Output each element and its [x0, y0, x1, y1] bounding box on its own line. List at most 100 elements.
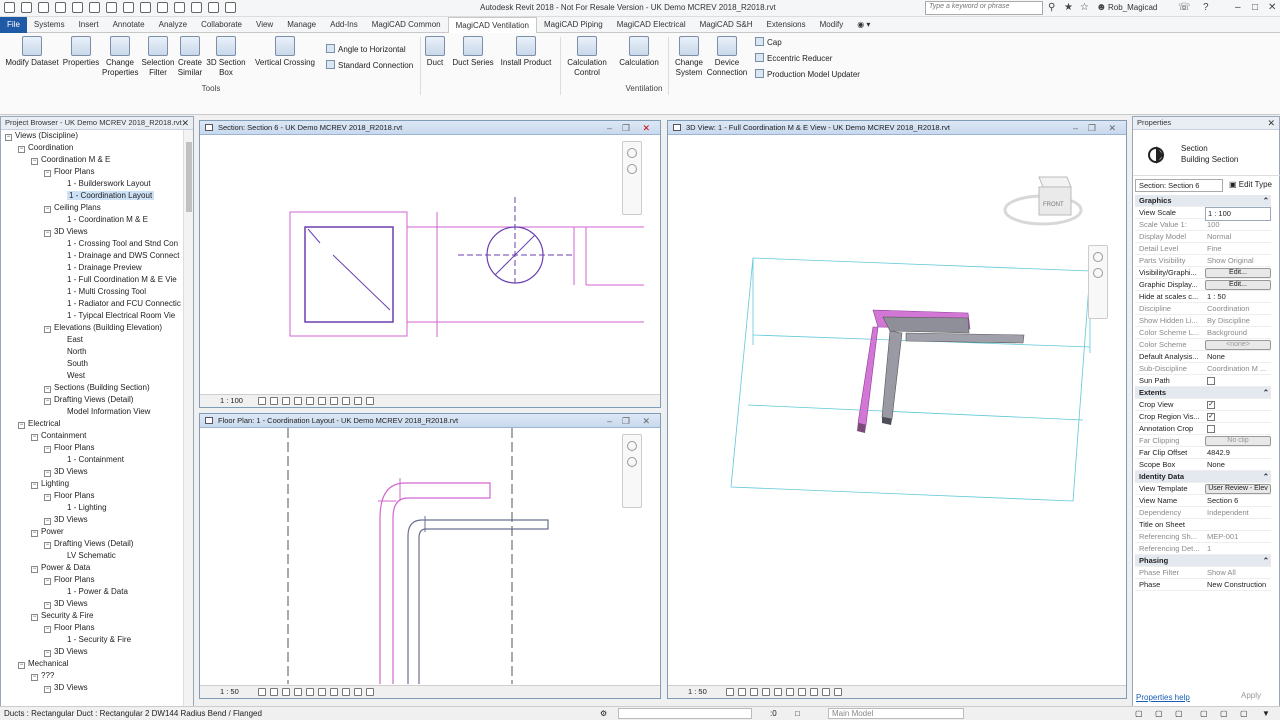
tree-item[interactable]: South [57, 358, 88, 370]
search-input[interactable]: Type a keyword or phrase [925, 1, 1043, 15]
collapse-icon[interactable]: ⌃ [1263, 555, 1269, 567]
property-value[interactable]: Show Original [1205, 255, 1271, 267]
property-row[interactable]: Crop Region Vis... ✓ [1135, 411, 1271, 423]
collapse-icon[interactable]: ⌃ [1263, 195, 1269, 207]
tree-item[interactable]: − Floor Plans [44, 574, 94, 586]
property-checkbox[interactable] [1207, 377, 1215, 385]
property-row[interactable]: Crop View ✓ [1135, 399, 1271, 411]
minimize-icon[interactable]: – [1073, 122, 1078, 135]
tab-magicad-ventilation[interactable]: MagiCAD Ventilation [447, 16, 537, 33]
print-icon[interactable] [106, 2, 117, 13]
production-model-updater-button[interactable]: Production Model Updater [755, 69, 860, 79]
section-icon[interactable] [174, 2, 185, 13]
reveal-hidden-icon[interactable] [834, 688, 842, 696]
property-row[interactable]: Far Clipping No clip [1135, 435, 1271, 447]
property-row[interactable]: Show Hidden Li... By Discipline [1135, 315, 1271, 327]
property-value[interactable]: 1 : 50 [1205, 291, 1271, 303]
property-row[interactable]: Scale Value 1: 100 [1135, 219, 1271, 231]
property-row[interactable]: Visibility/Graphi... Edit... [1135, 267, 1271, 279]
quick-access-toolbar[interactable] [4, 2, 236, 13]
tree-item[interactable]: 1 - Coordination M & E [57, 214, 148, 226]
property-row[interactable]: Default Analysis... None [1135, 351, 1271, 363]
tab-manage[interactable]: Manage [280, 17, 323, 33]
visual-style-icon[interactable] [270, 688, 278, 696]
lock-3d-icon[interactable] [810, 688, 818, 696]
instance-filter-dropdown[interactable]: Section: Section 6 [1135, 179, 1223, 192]
steering-wheel-icon[interactable] [627, 148, 637, 158]
tab-magicad-electrical[interactable]: MagiCAD Electrical [610, 17, 693, 33]
duct-button[interactable]: Duct [422, 36, 448, 68]
expand-toggle-icon[interactable]: − [31, 158, 38, 165]
detail-level-icon[interactable] [258, 688, 266, 696]
tab-systems[interactable]: Systems [27, 17, 72, 33]
property-edit-button[interactable]: Edit... [1205, 280, 1271, 290]
property-value[interactable]: Fine [1205, 243, 1271, 255]
expand-toggle-icon[interactable]: − [44, 470, 51, 477]
expand-toggle-icon[interactable]: − [44, 602, 51, 609]
angle-to-horizontal-button[interactable]: Angle to Horizontal [326, 44, 406, 54]
install-product-button[interactable]: Install Product [498, 36, 554, 68]
scrollbar[interactable] [183, 130, 193, 707]
tree-item[interactable]: −3D Views [44, 682, 88, 694]
text-icon[interactable] [140, 2, 151, 13]
tree-item[interactable]: 1 - Multi Crossing Tool [57, 286, 146, 298]
expand-toggle-icon[interactable]: − [31, 482, 38, 489]
user-icon[interactable]: ☻ [1096, 2, 1107, 13]
tree-item[interactable]: −??? [31, 670, 54, 682]
expand-toggle-icon[interactable]: − [18, 662, 25, 669]
device-connection-button[interactable]: Device Connection [704, 36, 750, 78]
property-value[interactable]: Show All [1205, 567, 1271, 579]
tree-item[interactable]: − Floor Plans [44, 166, 94, 178]
redo-icon[interactable] [89, 2, 100, 13]
property-row[interactable]: Hide at scales c... 1 : 50 [1135, 291, 1271, 303]
tree-item[interactable]: − Floor Plans [44, 442, 94, 454]
view-scale[interactable]: 1 : 100 [220, 396, 243, 405]
tree-item[interactable]: East [57, 334, 83, 346]
minimize-icon[interactable]: – [607, 415, 612, 428]
close-icon[interactable]: ✕ [642, 415, 650, 428]
properties-grid[interactable]: Graphics ⌃ View Scale 1 : 100 Scale Value 1:… [1135, 195, 1271, 591]
help-icon[interactable]: ? [1203, 2, 1209, 13]
analytical-icon[interactable] [366, 688, 374, 696]
expand-toggle-icon[interactable]: − [31, 434, 38, 441]
3d-view-window[interactable]: 3D View: 1 - Full Coordination M & E Vie… [667, 120, 1127, 699]
restore-icon[interactable]: ❐ [1088, 122, 1096, 135]
visual-style-icon[interactable] [738, 688, 746, 696]
tree-item[interactable]: − Containment [31, 430, 86, 442]
zoom-icon[interactable] [1093, 268, 1103, 278]
crop-visibility-icon[interactable] [318, 397, 326, 405]
restore-icon[interactable]: ❐ [622, 415, 630, 428]
sync-icon[interactable] [55, 2, 66, 13]
property-value[interactable]: MEP-001 [1205, 531, 1271, 543]
sun-path-icon[interactable] [282, 688, 290, 696]
cap-button[interactable]: Cap [755, 37, 782, 47]
property-section-header[interactable]: Graphics ⌃ [1135, 195, 1271, 207]
steering-wheel-icon[interactable] [1093, 252, 1103, 262]
change-system-button[interactable]: Change System [672, 36, 706, 78]
tree-item[interactable]: 1 - Drainage and DWS Connect [57, 250, 180, 262]
tab-view[interactable]: View [249, 17, 280, 33]
expand-toggle-icon[interactable]: − [44, 542, 51, 549]
property-row[interactable]: Phase New Construction [1135, 579, 1271, 591]
expand-toggle-icon[interactable]: − [44, 626, 51, 633]
tree-item[interactable]: − Drafting Views (Detail) [44, 394, 133, 406]
property-value[interactable]: Section 6 [1205, 495, 1271, 507]
property-row[interactable]: Parts Visibility Show Original [1135, 255, 1271, 267]
worksets-icon[interactable]: ⚙ [600, 707, 607, 720]
property-row[interactable]: Referencing Det... 1 [1135, 543, 1271, 555]
shadows-icon[interactable] [294, 397, 302, 405]
revit-logo-icon[interactable] [4, 2, 15, 13]
close-icon[interactable]: ✕ [181, 117, 189, 129]
expand-toggle-icon[interactable]: − [31, 530, 38, 537]
temporary-hide-icon[interactable] [342, 397, 350, 405]
tree-item[interactable]: − Power [31, 526, 64, 538]
property-edit-button[interactable]: <none> [1205, 340, 1271, 350]
select-links-icon[interactable]: ▢ [1155, 707, 1163, 720]
expand-toggle-icon[interactable]: − [5, 134, 12, 141]
view-title-bar[interactable]: Floor Plan: 1 - Coordination Layout - UK… [200, 414, 660, 428]
temporary-hide-icon[interactable] [822, 688, 830, 696]
expand-toggle-icon[interactable]: − [31, 674, 38, 681]
property-value[interactable]: Coordination M ... [1205, 363, 1271, 375]
vertical-crossing-button[interactable]: Vertical Crossing [252, 36, 318, 68]
view-scale[interactable]: 1 : 50 [220, 687, 239, 696]
